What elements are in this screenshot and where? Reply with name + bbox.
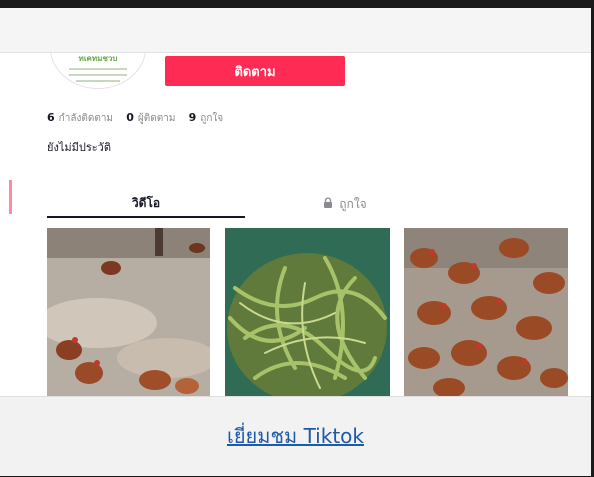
likes-count: 9 xyxy=(188,111,197,124)
profile-stats: 6 กำลังติดตาม 0 ผู้ติดตาม 9 ถูกใจ xyxy=(47,111,233,126)
tab-liked[interactable]: ถูกใจ xyxy=(250,190,440,218)
tab-videos[interactable]: วิดีโอ xyxy=(47,190,245,218)
side-accent xyxy=(9,180,12,214)
avatar-logo-line xyxy=(69,68,127,70)
video-thumbnail[interactable] xyxy=(47,228,210,396)
green-beans-image xyxy=(225,228,390,396)
likes-label: ถูกใจ xyxy=(200,113,224,124)
lock-icon xyxy=(323,197,333,211)
profile-bio: ยังไม่มีประวัติ xyxy=(47,141,111,154)
followers-count: 0 xyxy=(126,111,134,124)
avatar-logo-text: ทเคทมชวบ xyxy=(78,54,118,63)
following-count: 6 xyxy=(47,111,55,124)
stat-followers[interactable]: 0 ผู้ติดตาม xyxy=(126,111,178,124)
following-label: กำลังติดตาม xyxy=(58,113,114,124)
visit-tiktok-link[interactable]: เยี่ยมชม Tiktok xyxy=(0,420,591,452)
stat-following[interactable]: 6 กำลังติดตาม xyxy=(47,111,116,124)
tab-liked-label: ถูกใจ xyxy=(339,196,367,211)
followers-label: ผู้ติดตาม xyxy=(137,113,176,124)
avatar-logo-line xyxy=(76,80,120,82)
chicken-flock-image xyxy=(404,228,568,396)
follow-button[interactable]: ติดตาม xyxy=(165,56,345,86)
video-thumbnail[interactable] xyxy=(225,228,390,396)
window-frame-top xyxy=(0,0,594,8)
avatar[interactable]: ทเคทมชวบ xyxy=(50,53,146,89)
chickens-ground-image xyxy=(47,228,210,396)
avatar-logo-line xyxy=(69,74,127,76)
embed-header xyxy=(0,8,591,53)
video-thumbnail[interactable] xyxy=(404,228,568,396)
stat-likes: 9 ถูกใจ xyxy=(188,111,224,124)
